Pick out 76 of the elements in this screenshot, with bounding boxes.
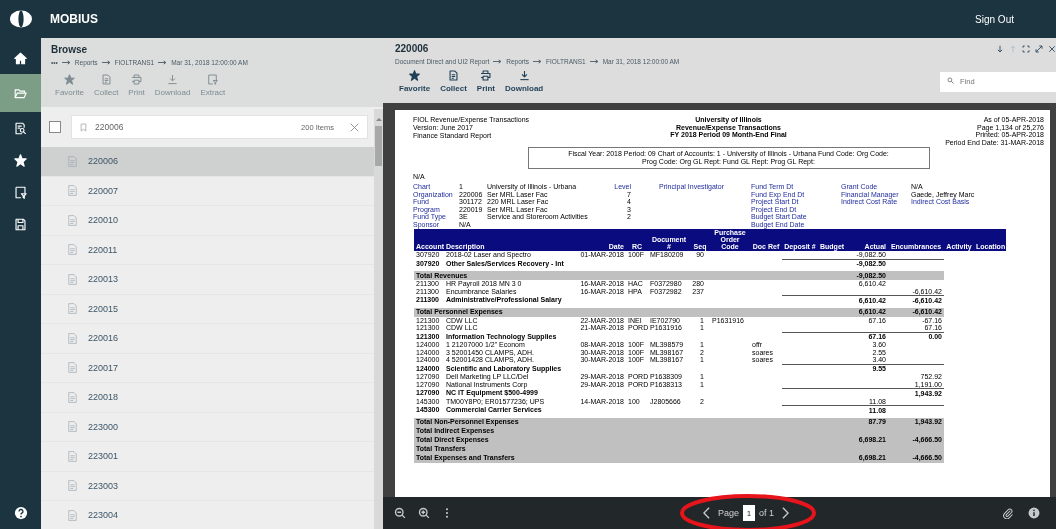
close-icon[interactable] (1048, 44, 1056, 53)
arrow-icon (61, 60, 71, 65)
star-icon (63, 74, 75, 85)
print-button[interactable]: Print (472, 70, 500, 93)
arrow-icon (493, 59, 503, 64)
document-icon (68, 273, 77, 285)
document-icon (68, 509, 77, 521)
document-icon (68, 421, 77, 433)
report-item[interactable]: 223001 (41, 442, 374, 472)
report-item[interactable]: 220010 (41, 206, 374, 236)
printer-icon (131, 74, 143, 85)
expand-icon[interactable] (1035, 44, 1043, 53)
panel-title: Browse (51, 44, 89, 55)
info-icon[interactable] (1028, 507, 1040, 519)
document-icon (68, 332, 77, 344)
arrow-down-icon[interactable] (996, 44, 1004, 53)
document-title: 220006 (395, 43, 429, 54)
document-icon (68, 391, 77, 403)
document-icon (68, 480, 77, 492)
clear-icon[interactable] (350, 122, 359, 132)
page-count: of 1 (759, 508, 775, 518)
more-icon[interactable] (445, 507, 449, 519)
star-icon (409, 70, 421, 81)
paperclip-icon[interactable] (1002, 507, 1014, 519)
filter-document-icon (14, 185, 27, 199)
scroll-thumb[interactable] (375, 126, 382, 166)
bookmark-icon (80, 122, 87, 132)
arrow-icon (101, 60, 111, 65)
home-icon (14, 51, 27, 65)
report-item[interactable]: 223003 (41, 471, 374, 501)
report-item[interactable]: 223000 (41, 412, 374, 442)
page-label: Page (718, 508, 740, 518)
download-icon (518, 70, 530, 81)
arrow-icon (533, 59, 543, 64)
document-icon (68, 214, 77, 226)
report-item[interactable]: 220006 (41, 147, 374, 177)
report-item[interactable]: 220007 (41, 176, 374, 206)
document-icon (68, 362, 77, 374)
report-item[interactable]: 220013 (41, 265, 374, 295)
document-icon (68, 450, 77, 462)
zoom-out-icon[interactable] (394, 507, 406, 519)
fullscreen-icon[interactable] (1022, 44, 1030, 53)
document-search-icon (14, 121, 27, 135)
report-item[interactable]: 220017 (41, 353, 374, 383)
report-item[interactable]: 220015 (41, 294, 374, 324)
printer-icon (480, 70, 492, 81)
logo-icon (9, 10, 33, 28)
document-icon (68, 303, 77, 315)
folder-icon (14, 86, 27, 100)
app-name: MOBIUS (50, 12, 98, 26)
scrollbar[interactable] (374, 109, 383, 529)
sign-out-link[interactable]: Sign Out (975, 13, 1014, 25)
document-icon (68, 185, 77, 197)
filter-document-icon (207, 74, 219, 85)
download-icon (167, 74, 179, 85)
document-icon (100, 74, 112, 85)
star-icon (14, 153, 27, 167)
next-page-icon[interactable] (782, 507, 790, 519)
zoom-in-icon[interactable] (418, 507, 430, 519)
document-icon (68, 155, 77, 167)
help-icon[interactable] (13, 506, 28, 520)
document-icon (447, 70, 459, 81)
previous-page-icon[interactable] (703, 507, 710, 519)
collect-button[interactable]: Collect (436, 70, 471, 93)
document-save-icon (14, 217, 27, 231)
document-icon (68, 244, 77, 256)
favorite-button[interactable]: Favorite (395, 70, 435, 93)
select-all-checkbox[interactable] (49, 121, 61, 133)
page-number-field[interactable]: 1 (743, 505, 756, 521)
report-item[interactable]: 220016 (41, 324, 374, 354)
report-item[interactable]: 220018 (41, 383, 374, 413)
arrow-icon (158, 60, 168, 65)
report-item[interactable]: 220011 (41, 235, 374, 265)
download-button[interactable]: Download (501, 70, 548, 93)
search-icon (947, 76, 954, 84)
arrow-icon (589, 59, 599, 64)
